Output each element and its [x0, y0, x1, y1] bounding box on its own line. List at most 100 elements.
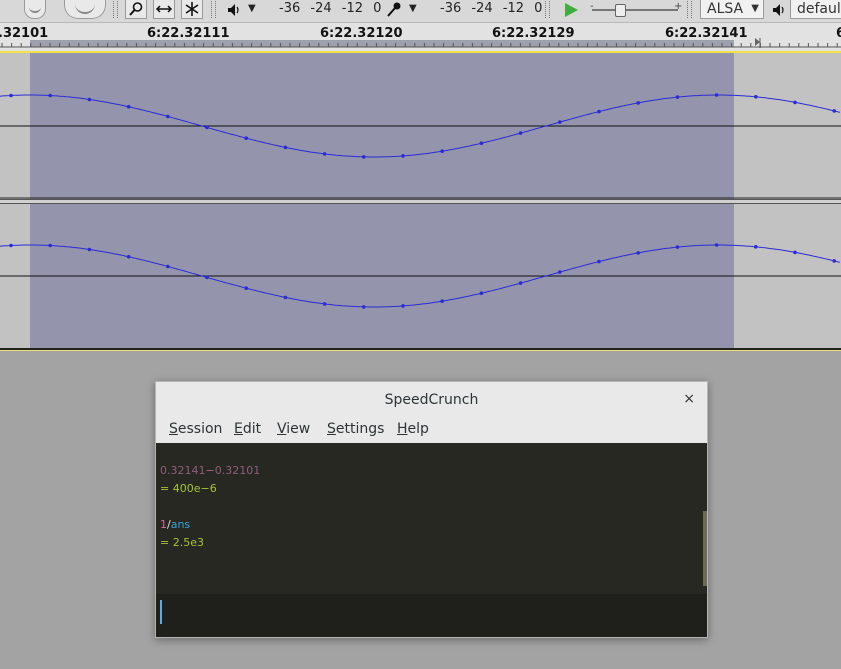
expr-operand: 0.32141 — [160, 464, 206, 477]
output-speaker-icon — [771, 0, 787, 20]
microphone-icon[interactable] — [385, 0, 403, 20]
waveform-sample-dot — [832, 259, 836, 263]
asterisk-icon — [185, 2, 199, 16]
waveform-sample-dot — [48, 243, 52, 248]
scrollbar-thumb[interactable] — [703, 511, 707, 586]
waveform-sample-dot — [9, 93, 13, 98]
waveform-sample-dot — [714, 93, 719, 97]
audio-track-right-channel[interactable] — [0, 204, 841, 348]
ruler-label: 6:22.32120 — [320, 26, 403, 41]
double-arrow-icon — [155, 5, 173, 13]
menu-help[interactable]: Help — [397, 421, 429, 437]
waveform-sample-dot — [440, 149, 445, 153]
waveform-sample-dot — [126, 254, 131, 259]
slider-thumb[interactable] — [615, 4, 626, 17]
waveform-sample-dot — [48, 93, 52, 98]
audacity-toolbar: ▼ -36 -24 -12 0 ▼ -36 -24 -12 0 - + ALSA… — [0, 0, 841, 23]
waveform-sample-dot — [675, 95, 680, 99]
waveform-sample-dot — [793, 100, 797, 105]
expr-operand: 1 — [160, 518, 167, 531]
toolbar-grip[interactable] — [211, 1, 216, 18]
waveform-sample-dot — [283, 145, 288, 150]
toolbar-grip[interactable] — [545, 1, 550, 18]
meter-tick: -24 — [471, 1, 493, 16]
waveform-sample-dot — [518, 131, 523, 135]
menu-edit[interactable]: Edit — [234, 421, 261, 437]
zoom-tool-button[interactable] — [125, 0, 147, 19]
waveform-sample-dot — [205, 125, 209, 130]
waveform-sample-dot — [440, 299, 445, 303]
menu-session[interactable]: Session — [169, 421, 222, 437]
waveform-sample-dot — [401, 154, 405, 158]
speaker-icon[interactable] — [226, 0, 242, 20]
meter-tick: -12 — [502, 1, 524, 16]
menu-mnemonic: S — [169, 421, 178, 437]
play-at-speed-icon[interactable] — [562, 0, 580, 20]
waveform-sample-dot — [754, 95, 758, 99]
waveform-sample-dot — [793, 250, 797, 255]
playback-device-value: default — [797, 1, 841, 17]
expr-operator: − — [205, 464, 215, 477]
waveform-sample-dot — [597, 109, 601, 114]
dropdown-arrow-icon[interactable]: ▼ — [248, 0, 256, 20]
waveform-sample-dot — [9, 243, 13, 248]
menu-view[interactable]: View — [277, 421, 310, 437]
waveform-sample-dot — [714, 243, 719, 247]
playback-device-select[interactable]: default — [790, 0, 841, 19]
dropdown-arrow-icon[interactable]: ▼ — [409, 0, 417, 20]
audio-track-left-channel[interactable] — [0, 53, 841, 199]
menu-mnemonic: S — [327, 421, 336, 437]
history-result[interactable]: = 2.5e3 — [160, 536, 204, 549]
menu-label: dit — [242, 421, 262, 437]
ruler-label: .32101 — [0, 26, 49, 41]
magnifier-icon — [129, 2, 143, 16]
waveform-sample-dot — [558, 120, 562, 124]
skip-button-partial[interactable] — [64, 0, 106, 19]
waveform-sample-dot — [126, 104, 131, 109]
text-caret — [160, 600, 162, 624]
close-button[interactable]: × — [683, 382, 695, 418]
speedcrunch-window: SpeedCrunch × Session Edit View Settings… — [155, 381, 708, 638]
track-bottom-border — [0, 348, 841, 351]
waveform-sample-dot — [754, 245, 758, 249]
result-value: = 400e−6 — [160, 482, 217, 495]
waveform-sample-dot — [597, 259, 601, 264]
menu-mnemonic: E — [234, 421, 243, 437]
expr-identifier: ans — [170, 518, 191, 531]
expression-input[interactable] — [156, 594, 707, 637]
meter-tick: 0 — [373, 1, 382, 16]
toolbar-grip[interactable] — [687, 1, 692, 18]
play-meter-scale: -36 -24 -12 0 — [440, 0, 542, 20]
waveform-sample-dot — [87, 97, 92, 102]
waveform-sample-dot — [205, 275, 209, 280]
toolbar-grip[interactable] — [113, 1, 118, 18]
timeline-ruler[interactable]: .32101 6:22.32111 6:22.32120 6:22.32129 … — [0, 23, 841, 51]
speed-slider[interactable]: - + — [590, 0, 682, 20]
multi-tool-button[interactable] — [181, 0, 203, 19]
waveform-sample-dot — [244, 286, 248, 290]
timeshift-tool-button[interactable] — [153, 0, 175, 19]
waveform-sample-dot — [244, 136, 248, 140]
window-title: SpeedCrunch — [384, 392, 479, 408]
waveform-sample-dot — [362, 155, 366, 159]
menu-bar: Session Edit View Settings Help — [156, 418, 707, 443]
history-expression[interactable]: 0.32141−0.32101 — [160, 464, 260, 477]
history-result[interactable]: = 400e−6 — [160, 482, 217, 495]
history-expression[interactable]: 1/ans — [160, 518, 190, 531]
waveform-sample-dot — [322, 302, 327, 306]
meter-tick: -24 — [310, 1, 332, 16]
result-display[interactable]: 0.32141−0.32101 = 400e−6 1/ans = 2.5e3 — [156, 443, 707, 594]
ruler-label: 6 — [836, 26, 841, 41]
record-button-partial[interactable] — [24, 0, 46, 19]
waveform-sample-dot — [283, 295, 288, 300]
menu-label: ettings — [335, 421, 385, 437]
waveform-sample-dot — [479, 141, 484, 145]
record-meter-scale: -36 -24 -12 0 — [279, 0, 381, 20]
waveform-right — [0, 204, 841, 348]
audio-host-select[interactable]: ALSA ▼ — [700, 0, 764, 19]
menu-settings[interactable]: Settings — [327, 421, 384, 437]
waveform-sample-dot — [401, 304, 405, 308]
waveform-sample-dot — [87, 247, 92, 252]
waveform-sample-dot — [675, 245, 680, 249]
waveform-sample-dot — [362, 305, 366, 309]
